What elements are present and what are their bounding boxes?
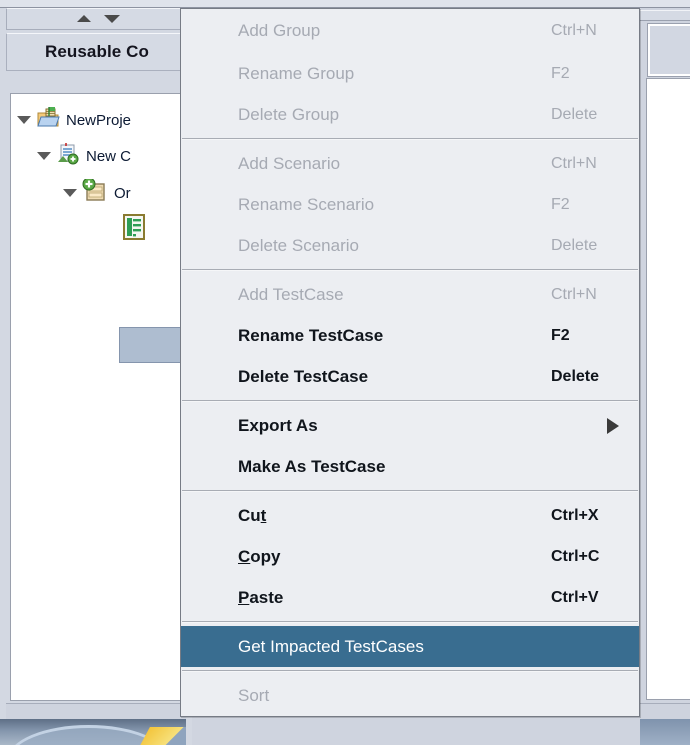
menu-item-export-as[interactable]: Export As (181, 405, 639, 446)
menu-item-shortcut: Ctrl+N (551, 286, 597, 304)
menu-item-rename-group: Rename Group F2 (181, 53, 639, 94)
tree-node-component[interactable]: New C (37, 142, 131, 170)
menu-item-label: Add Group (238, 21, 320, 41)
menu-item-label: Make As TestCase (238, 457, 385, 477)
tree-node-label: New C (86, 148, 131, 165)
context-menu[interactable]: Add Group Ctrl+N Rename Group F2 Delete Grou… (180, 8, 640, 717)
menu-item-paste[interactable]: Paste Ctrl+V (181, 577, 639, 618)
testcase-icon (122, 214, 146, 244)
menu-separator (182, 400, 638, 402)
tree-node-label: NewProje (66, 112, 131, 129)
menu-item-shortcut: Delete (551, 237, 597, 255)
menu-item-label: Cut (238, 506, 266, 526)
chevron-down-icon[interactable] (63, 189, 77, 197)
tree-node-testcase[interactable] (116, 215, 152, 243)
menu-item-shortcut: F2 (551, 327, 570, 345)
application-splash-graphic (0, 719, 186, 745)
menu-item-label: Paste (238, 588, 283, 608)
chevron-down-icon[interactable] (37, 152, 51, 160)
triangle-down-icon[interactable] (104, 15, 120, 23)
application-window: Reusable Co NewPro (0, 0, 690, 745)
menu-item-shortcut: Ctrl+N (551, 155, 597, 173)
right-panel-header-box (648, 24, 690, 76)
menu-item-label: Delete Group (238, 105, 339, 125)
menu-item-shortcut: Delete (551, 106, 597, 124)
menu-item-rename-testcase[interactable]: Rename TestCase F2 (181, 315, 639, 356)
menu-item-shortcut: F2 (551, 196, 570, 214)
panel-title-bar: Reusable Co (6, 33, 188, 71)
menu-item-shortcut: Ctrl+N (551, 22, 597, 40)
component-tree[interactable]: NewProje (10, 93, 188, 701)
tree-node-label: Or (114, 185, 131, 202)
right-panel-bottom-strip (640, 703, 690, 720)
menu-item-sort: Sort (181, 675, 639, 716)
menu-item-label: Add Scenario (238, 154, 340, 174)
menu-item-label: Rename Group (238, 64, 354, 84)
submenu-arrow-icon[interactable] (607, 418, 619, 434)
menu-item-shortcut: Ctrl+V (551, 589, 599, 607)
menu-separator (182, 269, 638, 271)
project-folder-icon (36, 107, 60, 133)
page-title: Reusable Co (45, 42, 149, 62)
menu-item-shortcut: F2 (551, 65, 570, 83)
menu-item-add-testcase: Add TestCase Ctrl+N (181, 274, 639, 315)
triangle-up-icon[interactable] (77, 15, 91, 22)
right-panel-top-strip (192, 0, 690, 8)
menu-item-label: Rename Scenario (238, 195, 374, 215)
menu-item-label: Export As (238, 416, 318, 436)
tree-node-group[interactable]: Or (63, 179, 131, 207)
group-add-icon (82, 179, 108, 207)
menu-item-label: Delete TestCase (238, 367, 368, 387)
menu-item-label: Get Impacted TestCases (238, 637, 424, 657)
menu-item-make-as-testcase[interactable]: Make As TestCase (181, 446, 639, 487)
menu-item-shortcut: Ctrl+X (551, 507, 599, 525)
sort-toolbar[interactable] (6, 8, 188, 30)
menu-separator (182, 138, 638, 140)
menu-item-shortcut: Ctrl+C (551, 548, 599, 566)
right-panel-content-area (646, 78, 690, 700)
menu-item-cut[interactable]: Cut Ctrl+X (181, 495, 639, 536)
menu-separator (182, 621, 638, 623)
chevron-down-icon[interactable] (17, 116, 31, 124)
panel-bottom-strip (6, 703, 186, 720)
menu-item-add-scenario: Add Scenario Ctrl+N (181, 143, 639, 184)
menu-item-rename-scenario: Rename Scenario F2 (181, 184, 639, 225)
menu-item-delete-testcase[interactable]: Delete TestCase Delete (181, 356, 639, 397)
panel-top-strip (0, 0, 192, 8)
document-add-icon (56, 143, 80, 169)
menu-item-shortcut: Delete (551, 368, 599, 386)
menu-item-copy[interactable]: Copy Ctrl+C (181, 536, 639, 577)
menu-item-label: Rename TestCase (238, 326, 383, 346)
menu-item-label: Add TestCase (238, 285, 344, 305)
tree-selection-highlight (119, 327, 188, 363)
menu-item-label: Delete Scenario (238, 236, 359, 256)
tree-node-project[interactable]: NewProje (17, 106, 131, 134)
menu-separator (182, 670, 638, 672)
menu-separator (182, 490, 638, 492)
right-panel-footer (640, 719, 690, 745)
menu-item-get-impacted-testcases[interactable]: Get Impacted TestCases (181, 626, 639, 667)
reusable-components-panel: Reusable Co NewPro (0, 0, 192, 745)
menu-item-label: Sort (238, 686, 269, 706)
menu-item-label: Copy (238, 547, 281, 567)
menu-item-delete-group: Delete Group Delete (181, 94, 639, 135)
menu-item-delete-scenario: Delete Scenario Delete (181, 225, 639, 266)
menu-item-add-group: Add Group Ctrl+N (181, 9, 639, 53)
